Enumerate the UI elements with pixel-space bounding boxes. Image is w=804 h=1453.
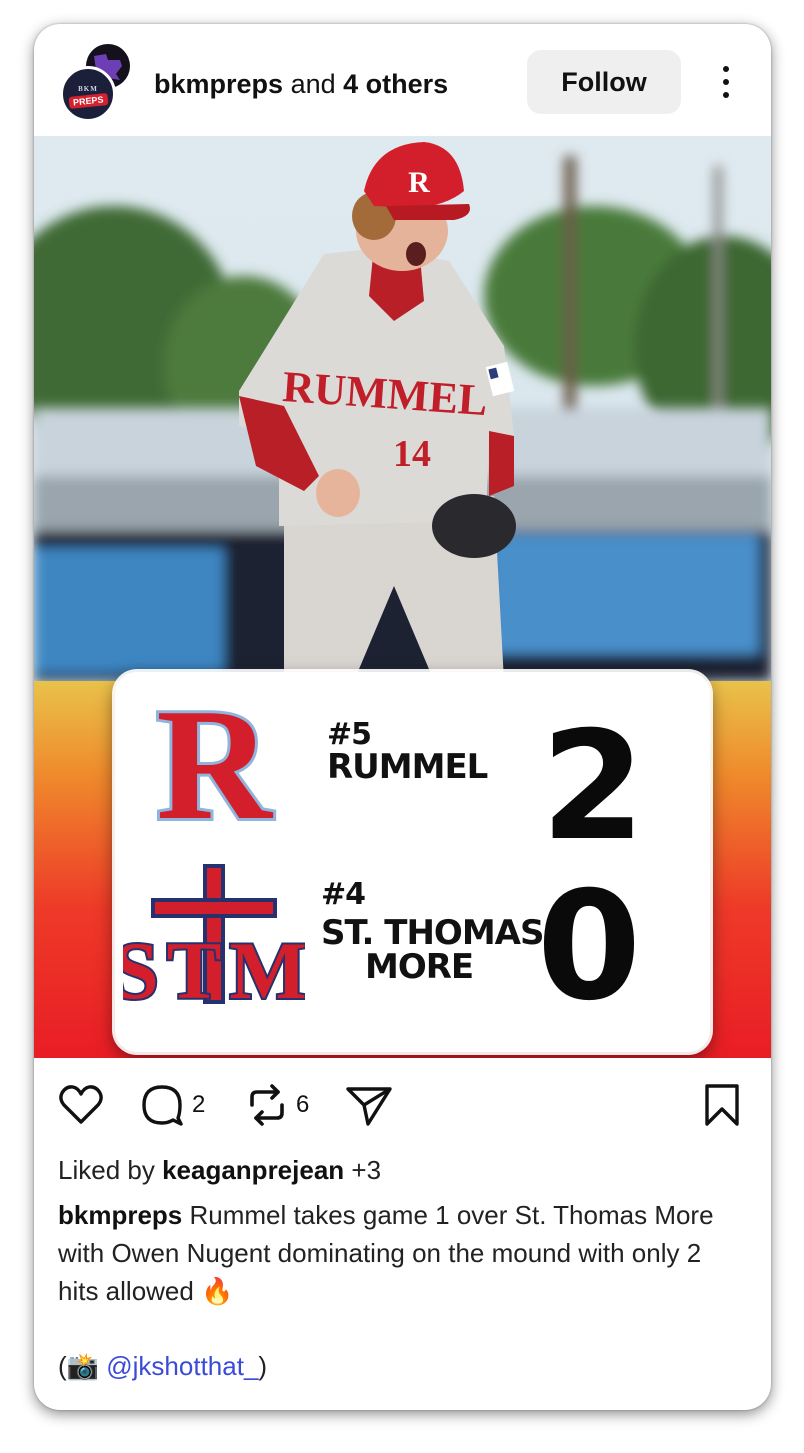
away-score: 0	[536, 860, 642, 1034]
like-button[interactable]	[58, 1084, 104, 1126]
credit-close: )	[258, 1351, 268, 1381]
photo-credit: (📸 @jkshotthat_)	[58, 1350, 267, 1382]
bookmark-icon	[705, 1084, 739, 1126]
send-icon	[346, 1087, 392, 1126]
credit-open: (📸	[58, 1351, 107, 1381]
away-team-name-line2: MORE	[365, 947, 474, 987]
repost-button[interactable]: 6	[244, 1084, 309, 1126]
away-team-label: #4 ST. THOMAS MORE	[321, 877, 544, 987]
action-bar: 2 6	[34, 1058, 771, 1148]
post-header: BKM PREPS bkmpreps and 4 others Follow	[34, 24, 771, 136]
caption-author[interactable]: bkmpreps	[58, 1200, 182, 1230]
cap-logo: R	[408, 166, 430, 199]
away-team-name-line1: ST. THOMAS	[321, 913, 544, 953]
likes-suffix: +3	[351, 1155, 382, 1185]
coauthor-conjunction: and	[290, 69, 336, 99]
author-line: bkmpreps and 4 others	[154, 68, 448, 100]
avatar-preps-text: PREPS	[68, 93, 108, 109]
svg-text:STM: STM	[123, 925, 305, 1012]
comment-button[interactable]: 2	[140, 1084, 205, 1126]
home-rank: #5	[327, 717, 372, 752]
away-rank: #4	[321, 877, 366, 912]
save-button[interactable]	[702, 1084, 742, 1126]
share-button[interactable]	[344, 1084, 394, 1126]
post-image[interactable]: R RUMMEL 14 R #5 RUMMEL 2 STM #4 ST. THO…	[34, 136, 771, 1058]
likes-prefix: Liked by	[58, 1155, 155, 1185]
coauthors-link[interactable]: 4 others	[343, 69, 448, 99]
score-panel: R #5 RUMMEL 2 STM #4 ST. THOMAS MORE 0	[115, 672, 710, 1052]
home-score: 2	[540, 700, 646, 874]
svg-text:R: R	[156, 700, 273, 830]
follow-button[interactable]: Follow	[527, 50, 681, 114]
avatar-bkm-text: BKM	[78, 85, 98, 93]
author-name-link[interactable]: bkmpreps	[154, 69, 283, 99]
coauthor-avatars[interactable]: BKM PREPS	[58, 44, 138, 124]
likes-summary[interactable]: Liked by keaganprejean +3	[58, 1154, 381, 1186]
credit-handle-link[interactable]: @jkshotthat_	[106, 1351, 258, 1381]
likes-user[interactable]: keaganprejean	[162, 1155, 344, 1185]
rummel-logo: R	[153, 700, 276, 830]
home-team-label: #5 RUMMEL	[327, 717, 488, 787]
comment-icon	[142, 1085, 183, 1126]
stm-logo: STM	[123, 864, 305, 1012]
heart-icon	[59, 1085, 103, 1124]
author-avatar[interactable]: BKM PREPS	[60, 66, 116, 122]
repost-count: 6	[296, 1091, 310, 1118]
repost-icon	[250, 1084, 284, 1126]
home-team-name: RUMMEL	[327, 747, 488, 787]
jersey-number: 14	[393, 433, 431, 475]
comment-count: 2	[192, 1091, 206, 1118]
post-card: BKM PREPS bkmpreps and 4 others Follow R…	[34, 24, 771, 1410]
more-options-icon[interactable]	[708, 60, 744, 104]
post-caption: bkmpreps Rummel takes game 1 over St. Th…	[58, 1196, 748, 1310]
